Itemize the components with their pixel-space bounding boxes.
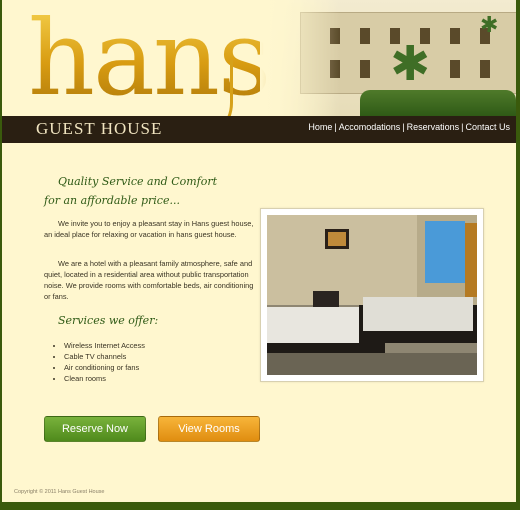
- room-photo-frame: [260, 208, 484, 382]
- view-rooms-button[interactable]: View Rooms: [158, 416, 260, 442]
- page: ✱ ✱ hans GUEST HOUSE Home | Accomodations |…: [2, 0, 516, 502]
- list-item: Wireless Internet Access: [64, 340, 145, 351]
- intro-paragraph-1: We invite you to enjoy a pleasant stay i…: [44, 219, 254, 239]
- nav-separator: |: [334, 122, 337, 132]
- tagline-line-2: for an affordable price...: [44, 194, 180, 207]
- logo-subtitle: GUEST HOUSE: [36, 119, 163, 138]
- bed-right-mattress: [363, 297, 473, 331]
- site-header: ✱ ✱ hans GUEST HOUSE Home | Accomodations |…: [2, 0, 516, 143]
- nav-home[interactable]: Home: [308, 122, 332, 132]
- main-nav: Home | Accomodations | Reservations | Contact …: [308, 122, 510, 132]
- wall-picture-art: [328, 232, 346, 246]
- logo-script: hans: [28, 0, 271, 119]
- photo-fade: [260, 0, 340, 116]
- window-curtain: [425, 221, 465, 283]
- intro-paragraph-2: We are a hotel with a pleasant family at…: [44, 259, 254, 301]
- list-item: Clean rooms: [64, 373, 145, 384]
- services-list: Wireless Internet Access Cable TV channe…: [40, 340, 145, 384]
- services-title: Services we offer:: [58, 314, 159, 327]
- room-floor-front: [267, 353, 477, 375]
- footer-copyright: Copyright © 2011 Hans Guest House: [14, 489, 105, 495]
- nav-separator: |: [461, 122, 464, 132]
- room-photo: [267, 215, 477, 375]
- list-item: Cable TV channels: [64, 351, 145, 362]
- hedge: [360, 90, 516, 116]
- header-band: GUEST HOUSE Home | Accomodations | Reservati…: [2, 116, 516, 143]
- room-illustration: [267, 215, 477, 375]
- window: [450, 28, 460, 44]
- door: [465, 223, 477, 297]
- tagline: Quality Service and Comfort for an affor…: [44, 172, 254, 210]
- nav-accomodations[interactable]: Accomodations: [339, 122, 401, 132]
- nav-reservations[interactable]: Reservations: [407, 122, 460, 132]
- window: [480, 60, 490, 78]
- window: [360, 60, 370, 78]
- header-building-photo: ✱ ✱: [260, 0, 516, 116]
- nav-contact-us[interactable]: Contact Us: [465, 122, 510, 132]
- nav-separator: |: [402, 122, 405, 132]
- palm-tree-icon: ✱: [480, 13, 499, 38]
- tagline-line-1: Quality Service and Comfort: [58, 175, 218, 188]
- list-item: Air conditioning or fans: [64, 362, 145, 373]
- palm-tree-icon: ✱: [390, 36, 431, 92]
- reserve-now-button[interactable]: Reserve Now: [44, 416, 146, 442]
- window: [450, 60, 460, 78]
- window: [360, 28, 370, 44]
